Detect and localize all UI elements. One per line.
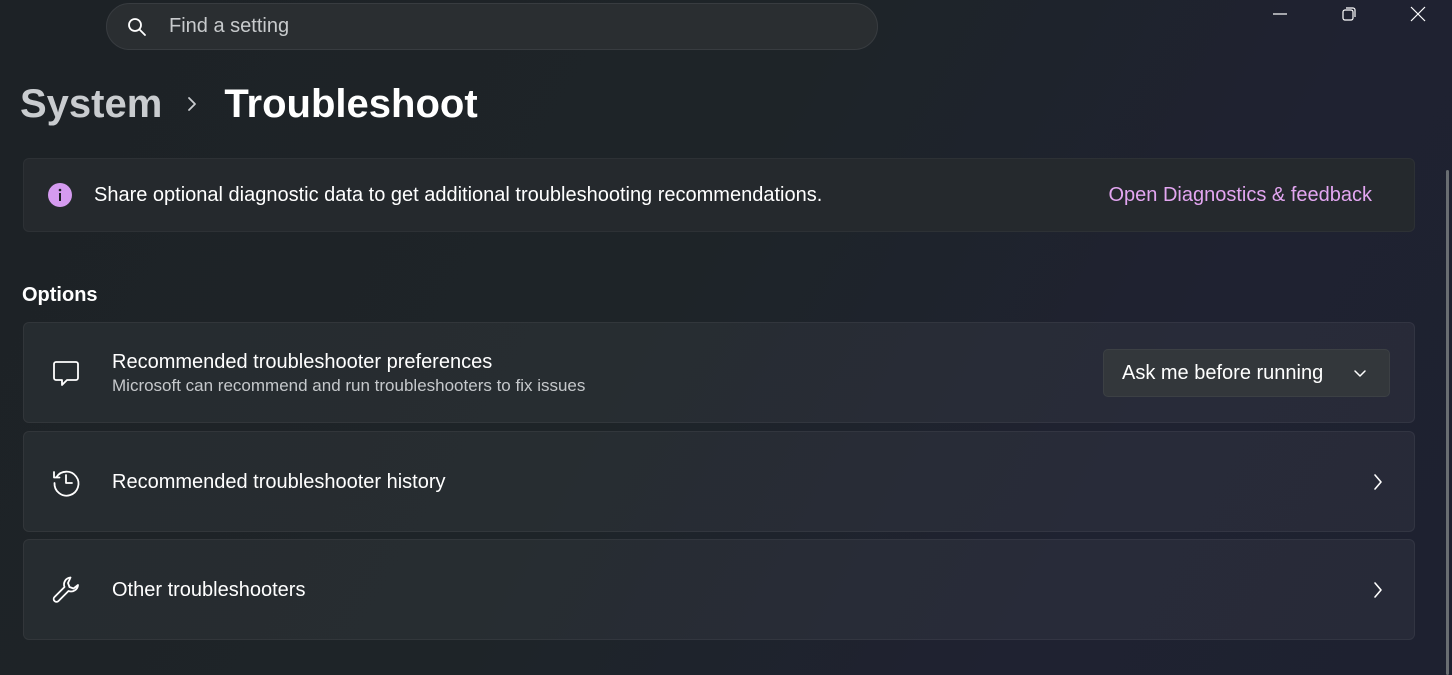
history-icon — [50, 466, 82, 498]
history-title: Recommended troubleshooter history — [112, 470, 446, 493]
other-troubleshooters-text: Other troubleshooters — [112, 577, 305, 603]
dropdown-selected-value: Ask me before running — [1122, 361, 1324, 384]
info-icon — [48, 183, 72, 207]
search-input[interactable] — [167, 14, 771, 39]
other-troubleshooters-title: Other troubleshooters — [112, 578, 306, 601]
restore-button[interactable] — [1314, 0, 1383, 32]
page-title: Troubleshoot — [224, 81, 478, 126]
minimize-icon — [1272, 6, 1288, 27]
open-diagnostics-feedback-link[interactable]: Open Diagnostics & feedback — [1109, 184, 1373, 207]
vertical-scrollbar[interactable] — [1446, 170, 1449, 675]
close-button[interactable] — [1383, 0, 1452, 32]
breadcrumb-system-link[interactable]: System — [20, 82, 162, 127]
diagnostic-info-bar: Share optional diagnostic data to get ad… — [23, 158, 1415, 232]
chat-bubble-icon — [50, 357, 82, 389]
wrench-icon — [50, 574, 82, 606]
troubleshooter-history-card[interactable]: Recommended troubleshooter history — [23, 431, 1415, 532]
info-bar-text: Share optional diagnostic data to get ad… — [94, 183, 823, 206]
restore-icon — [1341, 6, 1357, 27]
search-icon — [127, 17, 147, 37]
chevron-right-icon — [1370, 580, 1386, 600]
minimize-button[interactable] — [1245, 0, 1314, 32]
preferences-text: Recommended troubleshooter preferences M… — [112, 349, 585, 397]
other-troubleshooters-card[interactable]: Other troubleshooters — [23, 539, 1415, 640]
preferences-subtitle: Microsoft can recommend and run troubles… — [112, 375, 586, 395]
options-heading: Options — [22, 284, 98, 306]
troubleshooter-preferences-card: Recommended troubleshooter preferences M… — [23, 322, 1415, 423]
preferences-title: Recommended troubleshooter preferences — [112, 350, 493, 373]
chevron-right-icon — [186, 94, 198, 114]
close-icon — [1410, 6, 1426, 27]
search-box[interactable] — [106, 3, 878, 50]
chevron-down-icon — [1353, 368, 1367, 378]
breadcrumb: System Troubleshoot — [20, 78, 478, 130]
chevron-right-icon — [1370, 472, 1386, 492]
troubleshooter-preference-dropdown[interactable]: Ask me before running — [1103, 349, 1390, 397]
history-text: Recommended troubleshooter history — [112, 469, 446, 495]
settings-window: System Troubleshoot Share optional diagn… — [0, 0, 1452, 675]
window-controls — [1245, 0, 1452, 32]
